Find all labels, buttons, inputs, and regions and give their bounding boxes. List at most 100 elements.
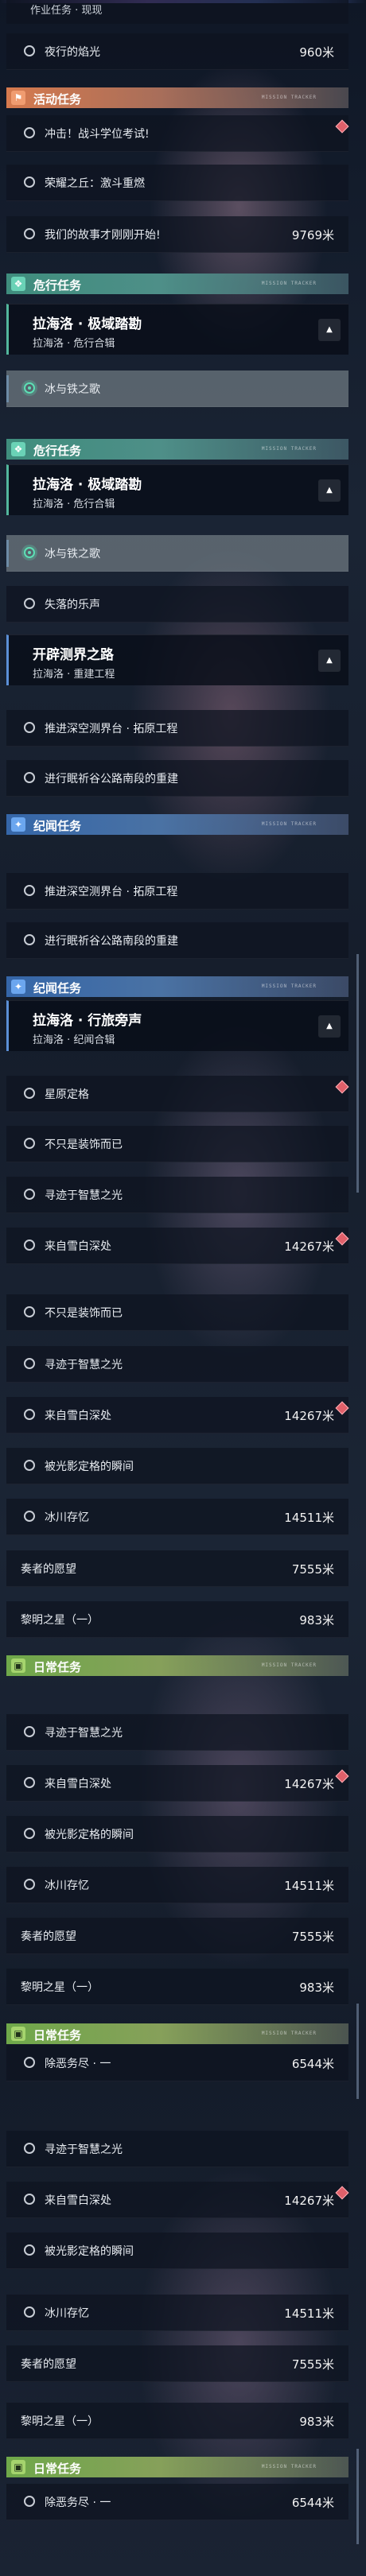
quest-row[interactable]: 进行眠祈谷公路南段的重建 — [6, 760, 348, 797]
quest-label: 被光影定格的瞬间 — [45, 1461, 134, 1473]
track-radio-icon — [24, 1726, 35, 1737]
new-flag-icon — [335, 1769, 349, 1783]
quest-label: 奏者的愿望 — [21, 1563, 76, 1576]
quest-row[interactable]: 寻迹于智慧之光 — [6, 1177, 348, 1213]
new-flag-icon — [335, 1080, 349, 1094]
track-radio-icon — [24, 1306, 35, 1317]
section-title: 纪闻任务 — [33, 981, 82, 995]
quest-row[interactable]: 黎明之星（一） 983米 — [6, 1601, 348, 1638]
track-radio-icon — [24, 2306, 35, 2318]
quest-label: 失落的乐声 — [45, 599, 100, 611]
partial-row-top: 作业任务 · 现现 — [6, 0, 348, 24]
mission-subtitle: 拉海洛 · 危行合辑 — [33, 338, 115, 350]
quest-row[interactable]: 不只是装饰而已 — [6, 1294, 348, 1331]
collapse-chevron-icon[interactable]: ▲ — [318, 650, 341, 672]
quest-distance: 7555米 — [291, 1562, 334, 1577]
scrollbar[interactable] — [356, 954, 359, 1193]
section-header-chronicle[interactable]: ✦ 纪闻任务 MISSION TRACKER — [6, 976, 348, 997]
quest-row[interactable]: 进行眠祈谷公路南段的重建 — [6, 922, 348, 959]
quest-row[interactable]: 奏者的愿望 7555米 — [6, 1918, 348, 1954]
quest-label: 来自雪白深处 — [45, 1240, 111, 1253]
section-title: 日常任务 — [33, 2462, 82, 2476]
section-header-danger[interactable]: ❖ 危行任务 MISSION TRACKER — [6, 439, 348, 460]
quest-row[interactable]: 失落的乐声 — [6, 586, 348, 623]
quest-row[interactable]: 冰川存忆 14511米 — [6, 1867, 348, 1903]
track-radio-icon — [24, 177, 35, 188]
quest-row-selected[interactable]: 冰与铁之歌 — [6, 535, 348, 572]
mission-group[interactable]: 拉海洛 · 极域踏勘 拉海洛 · 危行合辑 ▲ — [6, 464, 348, 515]
quest-row-selected[interactable]: 冰与铁之歌 — [6, 370, 348, 407]
collapse-chevron-icon[interactable]: ▲ — [318, 1015, 341, 1038]
quest-row[interactable]: 寻迹于智慧之光 — [6, 1346, 348, 1383]
quest-row[interactable]: 黎明之星（一） 983米 — [6, 2403, 348, 2439]
collapse-chevron-icon[interactable]: ▲ — [318, 319, 341, 341]
quest-label: 来自雪白深处 — [45, 1410, 111, 1422]
quest-label: 冰川存忆 — [45, 1511, 89, 1524]
quest-row[interactable]: 星原定格 — [6, 1076, 349, 1112]
quest-distance: 983米 — [299, 2415, 334, 2429]
mission-title: 拉海洛 · 极域踏勘 — [33, 316, 142, 332]
scrollbar[interactable] — [356, 2449, 359, 2544]
quest-row[interactable]: 来自雪白深处 14267米 — [6, 1765, 349, 1802]
quest-row[interactable]: 被光影定格的瞬间 — [6, 1816, 348, 1852]
quest-row[interactable]: 夜行的焰光 960米 — [6, 33, 348, 70]
quest-row[interactable]: 来自雪白深处 14267米 — [6, 2182, 349, 2218]
quest-row[interactable]: 来自雪白深处 14267米 — [6, 1228, 349, 1264]
quest-row[interactable]: 被光影定格的瞬间 — [6, 2233, 348, 2269]
quest-row[interactable]: 不只是装饰而已 — [6, 1126, 348, 1162]
track-radio-icon — [24, 127, 35, 138]
cut-title: 作业任务 · 现现 — [30, 5, 103, 17]
header-fine-print: MISSION TRACKER — [261, 821, 317, 827]
track-radio-icon — [24, 1511, 35, 1522]
track-radio-icon — [24, 1828, 35, 1839]
section-header-daily[interactable]: ▣ 日常任务 MISSION TRACKER — [6, 2457, 348, 2477]
quest-row[interactable]: 黎明之星（一） 983米 — [6, 1969, 348, 2005]
collapse-chevron-icon[interactable]: ▲ — [318, 479, 341, 502]
mission-group[interactable]: 拉海洛 · 行旅旁声 拉海洛 · 纪闻合辑 ▲ — [6, 1000, 348, 1051]
chronicle-icon: ✦ — [11, 980, 25, 994]
section-header-danger[interactable]: ❖ 危行任务 MISSION TRACKER — [6, 274, 348, 294]
quest-row[interactable]: 冰川存忆 14511米 — [6, 2295, 348, 2331]
quest-row[interactable]: 冰川存忆 14511米 — [6, 1499, 348, 1535]
selection-bar — [6, 540, 9, 567]
track-radio-icon — [24, 1358, 35, 1369]
quest-distance: 983米 — [299, 1613, 334, 1627]
activity-icon: ⚑ — [11, 91, 25, 105]
track-radio-icon — [24, 885, 35, 896]
quest-distance: 14511米 — [284, 2306, 334, 2321]
mission-title: 开辟测界之路 — [33, 647, 114, 663]
quest-row[interactable]: 奏者的愿望 7555米 — [6, 2345, 348, 2382]
mission-group[interactable]: 开辟测界之路 拉海洛 · 重建工程 ▲ — [6, 634, 348, 685]
danger-icon: ❖ — [11, 442, 25, 456]
quest-distance: 14511米 — [284, 1511, 334, 1525]
quest-row[interactable]: 奏者的愿望 7555米 — [6, 1550, 348, 1587]
quest-label: 除恶务尽 · 一 — [45, 2496, 111, 2509]
track-radio-icon — [24, 598, 35, 609]
mission-group[interactable]: 拉海洛 · 极域踏勘 拉海洛 · 危行合辑 ▲ — [6, 304, 348, 355]
quest-row[interactable]: 推进深空测界台 · 拓原工程 — [6, 710, 348, 747]
quest-row[interactable]: 荣耀之丘：激斗重燃 — [6, 165, 348, 201]
quest-label: 不只是装饰而已 — [45, 1139, 123, 1151]
header-fine-print: MISSION TRACKER — [261, 2464, 317, 2469]
quest-row[interactable]: 被光影定格的瞬间 — [6, 1448, 348, 1484]
quest-row[interactable]: 推进深空测界台 · 拓原工程 — [6, 873, 348, 910]
section-header-chronicle[interactable]: ✦ 纪闻任务 MISSION TRACKER — [6, 814, 348, 835]
quest-row[interactable]: 来自雪白深处 14267米 — [6, 1397, 349, 1433]
quest-row[interactable]: 我们的故事才刚刚开始! 9769米 — [6, 216, 348, 253]
quest-row[interactable]: 冲击！战斗学位考试! — [6, 115, 349, 152]
section-header-activity[interactable]: ⚑ 活动任务 MISSION TRACKER — [6, 87, 348, 108]
quest-row[interactable]: 除恶务尽 · 一 6544米 — [6, 2045, 348, 2081]
new-flag-icon — [335, 119, 349, 134]
section-header-daily[interactable]: ▣ 日常任务 MISSION TRACKER — [6, 1655, 348, 1676]
track-radio-icon — [24, 2143, 35, 2154]
quest-distance: 14511米 — [284, 1879, 334, 1893]
section-title: 纪闻任务 — [33, 819, 82, 833]
quest-row[interactable]: 寻迹于智慧之光 — [6, 2131, 348, 2167]
quest-label: 冰与铁之歌 — [45, 548, 100, 561]
section-header-daily[interactable]: ▣ 日常任务 MISSION TRACKER — [6, 2023, 348, 2044]
scrollbar[interactable] — [356, 2004, 359, 2099]
quest-label: 我们的故事才刚刚开始! — [45, 229, 161, 242]
quest-row[interactable]: 寻迹于智慧之光 — [6, 1714, 348, 1751]
header-fine-print: MISSION TRACKER — [261, 281, 317, 286]
quest-row[interactable]: 除恶务尽 · 一 6544米 — [6, 2484, 348, 2520]
